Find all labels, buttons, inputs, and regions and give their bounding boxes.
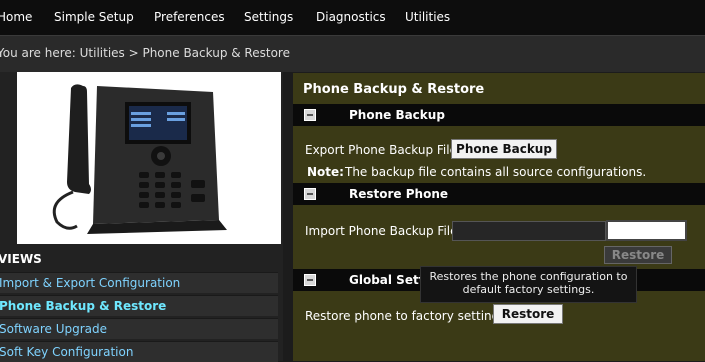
section-label: Phone Backup (349, 108, 445, 122)
breadcrumb: You are here: Utilities > Phone Backup &… (0, 35, 705, 72)
note-label: Note: (307, 165, 344, 179)
collapse-icon[interactable] (304, 188, 316, 200)
top-navigation: Home Simple Setup Preferences Settings D… (0, 0, 705, 35)
browse-file-button[interactable] (606, 220, 687, 241)
factory-label: Restore phone to factory settings (305, 309, 506, 323)
phone-backup-button[interactable]: Phone Backup (451, 139, 557, 159)
collapse-icon[interactable] (304, 109, 316, 121)
section-restore-phone: Restore Phone (293, 183, 705, 205)
nav-utilities[interactable]: Utilities (405, 10, 450, 24)
left-panel: VIEWS Import & Export Configuration Phon… (0, 72, 283, 362)
view-import-export[interactable]: Import & Export Configuration (0, 272, 278, 293)
file-path-field[interactable] (452, 221, 606, 241)
note-text: The backup file contains all source conf… (345, 165, 647, 179)
export-label: Export Phone Backup File (305, 143, 457, 157)
breadcrumb-text: You are here: Utilities > Phone Backup &… (0, 46, 290, 60)
views-heading: VIEWS (0, 252, 42, 266)
view-phone-backup-restore[interactable]: Phone Backup & Restore (0, 295, 278, 316)
view-soft-key-configuration[interactable]: Soft Key Configuration (0, 341, 278, 362)
nav-diagnostics[interactable]: Diagnostics (316, 10, 386, 24)
import-label: Import Phone Backup File (305, 224, 458, 238)
nav-simple-setup[interactable]: Simple Setup (54, 10, 134, 24)
nav-settings[interactable]: Settings (244, 10, 293, 24)
phone-image (17, 72, 281, 244)
page-title: Phone Backup & Restore (303, 82, 485, 97)
nav-home[interactable]: Home (0, 10, 32, 24)
tooltip: Restores the phone configuration to defa… (420, 266, 637, 303)
view-software-upgrade[interactable]: Software Upgrade (0, 318, 278, 339)
nav-preferences[interactable]: Preferences (154, 10, 225, 24)
section-phone-backup: Phone Backup (293, 104, 705, 126)
collapse-icon[interactable] (304, 274, 316, 286)
section-label: Restore Phone (349, 187, 448, 201)
factory-restore-button[interactable]: Restore (493, 304, 563, 324)
main-panel: Phone Backup & Restore Phone Backup Expo… (293, 73, 705, 361)
restore-button-disabled[interactable]: Restore (604, 246, 672, 264)
